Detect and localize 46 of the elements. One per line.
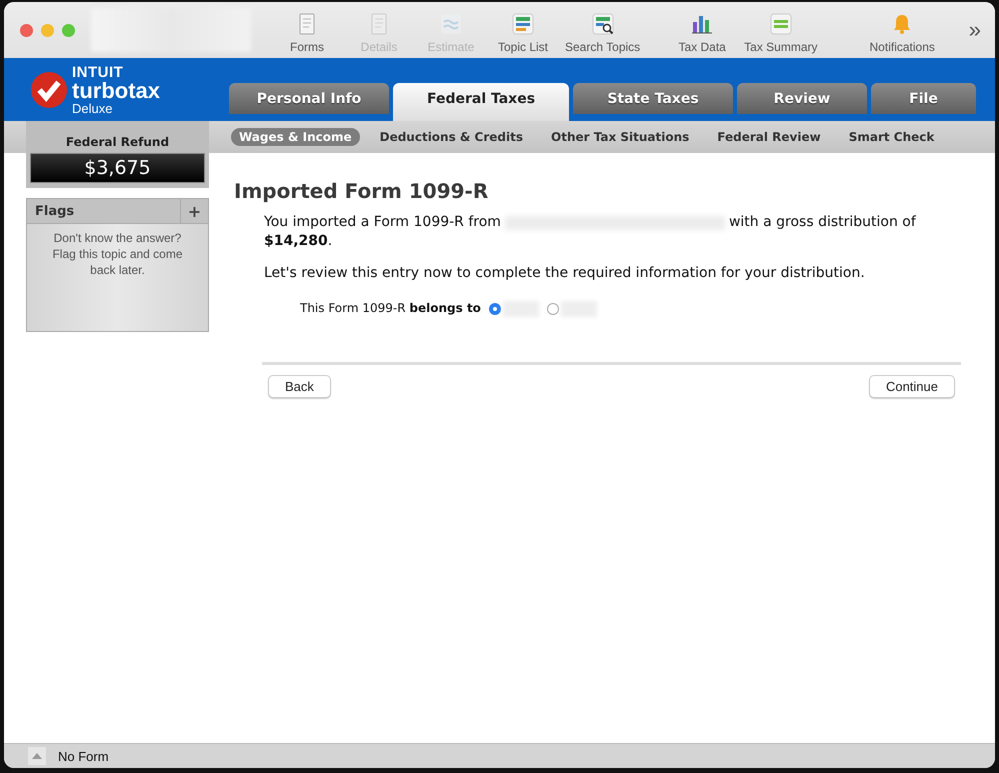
minimize-button[interactable] [41,24,54,36]
main-tab[interactable]: File [871,83,976,114]
main-tab[interactable]: Review [737,83,867,114]
main-tab[interactable]: Personal Info [229,83,389,114]
refund-amount: $3,675 [30,153,205,183]
checkmark-logo-icon [30,70,68,108]
distribution-amount: $14,280. [264,232,332,251]
expand-button[interactable] [28,747,46,765]
close-button[interactable] [20,24,33,36]
question-label: This Form 1099-R belongs to [300,300,481,317]
flags-hint: Don't know the answer? Flag this topic and come back later. [51,230,184,278]
edition-name: Deluxe [72,102,114,114]
triangle-up-icon [32,753,42,759]
toolbar-chart-button[interactable]: Tax Data [666,6,738,54]
overflow-button[interactable]: » [962,16,987,44]
page-title: Imported Form 1099-R [234,179,490,203]
section-tab[interactable]: Other Tax Situations [543,128,698,146]
section-tab[interactable]: Wages & Income [231,128,360,146]
wave-icon [439,12,463,36]
toolbar-summary-button[interactable]: Tax Summary [738,6,824,54]
continue-button[interactable]: Continue [868,375,955,398]
section-tab[interactable]: Smart Check [840,128,942,146]
flags-title: Flags [34,204,76,218]
form-status: No Form [58,748,109,764]
section-tab[interactable]: Deductions & Credits [372,128,531,146]
toolbar-forms-button[interactable]: Forms [271,6,343,54]
search-icon [590,12,615,36]
product-name: turbotax [72,80,160,102]
intro-text: with a gross distribution of [728,213,916,232]
radio-button[interactable] [488,302,501,314]
intro-text: You imported a Form 1099-R from [264,213,501,232]
section-tab[interactable]: Federal Review [709,128,829,146]
toolbar-bell-button[interactable]: Notifications [864,6,941,54]
list-icon [511,12,535,36]
toolbar-topics-button[interactable]: Topic List [487,6,559,54]
refund-label: Federal Refund [26,121,209,153]
review-text: Let's review this entry now to complete the required information for your distribution. [264,264,866,283]
main-tab[interactable]: Federal Taxes [393,83,569,121]
radio-button[interactable] [546,302,559,314]
brand-name: INTUIT [72,64,124,80]
add-flag-button[interactable]: + [180,199,208,223]
back-button[interactable]: Back [268,375,331,398]
zoom-button[interactable] [62,24,75,36]
list-icon [768,12,793,36]
toolbar-search-button[interactable]: Search Topics [559,6,646,54]
main-tab[interactable]: State Taxes [573,83,733,114]
